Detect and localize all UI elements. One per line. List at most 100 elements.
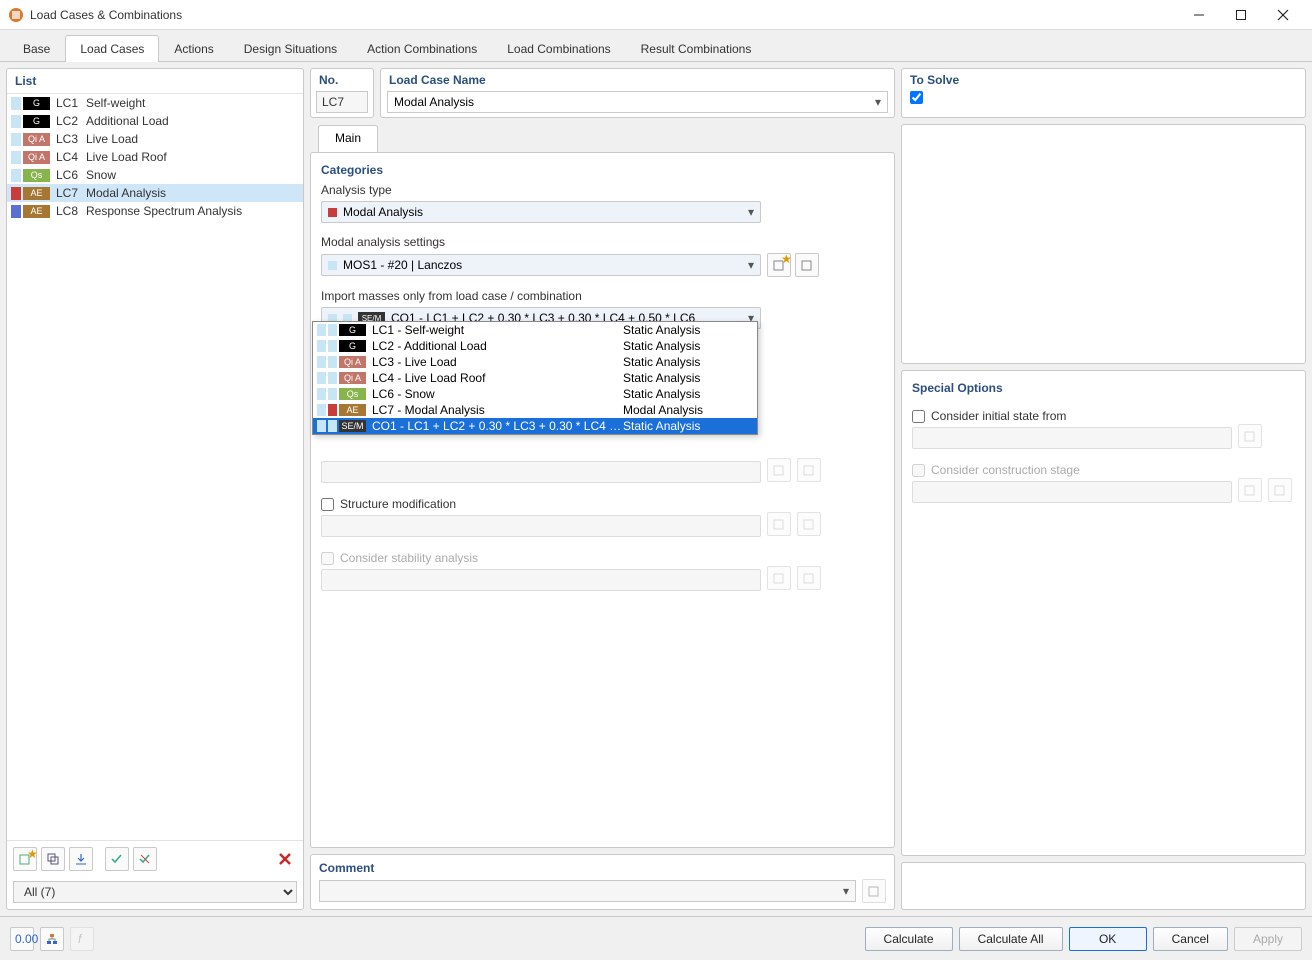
load-case-code: LC4 (56, 150, 86, 164)
to-solve-checkbox[interactable] (910, 91, 923, 104)
close-button[interactable] (1262, 1, 1304, 29)
category-badge: G (339, 324, 366, 336)
list-item[interactable]: Qi A LC3 Live Load (7, 130, 303, 148)
svg-text:★: ★ (27, 847, 38, 861)
dropdown-item[interactable]: G LC2 - Additional Load Static Analysis (313, 338, 757, 354)
dropdown-item[interactable]: AE LC7 - Modal Analysis Modal Analysis (313, 402, 757, 418)
load-case-code: LC7 (56, 186, 86, 200)
import-button[interactable] (69, 847, 93, 871)
structure-modification-checkbox[interactable] (321, 498, 334, 511)
maximize-button[interactable] (1220, 1, 1262, 29)
calculate-button[interactable]: Calculate (865, 927, 953, 951)
tab-result-combinations[interactable]: Result Combinations (626, 35, 767, 62)
import-masses-dropdown[interactable]: G LC1 - Self-weight Static Analysis G LC… (312, 321, 758, 435)
tab-base[interactable]: Base (8, 35, 65, 62)
categories-label: Categories (321, 163, 884, 177)
swatch-icon (328, 404, 337, 416)
disabled-field (321, 461, 761, 483)
list-item[interactable]: AE LC7 Modal Analysis (7, 184, 303, 202)
color-swatch (11, 115, 21, 128)
list-item[interactable]: G LC2 Additional Load (7, 112, 303, 130)
tab-action-combinations[interactable]: Action Combinations (352, 35, 492, 62)
color-swatch (11, 133, 21, 146)
uncheck-all-button[interactable] (133, 847, 157, 871)
swatch-icon (317, 340, 326, 352)
dropdown-item-type: Static Analysis (623, 371, 753, 385)
list-item[interactable]: AE LC8 Response Spectrum Analysis (7, 202, 303, 220)
dropdown-item-type: Static Analysis (623, 355, 753, 369)
construction-stage-label: Consider construction stage (931, 463, 1080, 477)
chevron-down-icon: ▾ (748, 205, 754, 219)
comment-select[interactable]: ▾ (319, 880, 856, 902)
name-value: Modal Analysis (394, 95, 474, 109)
analysis-type-select[interactable]: Modal Analysis ▾ (321, 201, 761, 223)
category-badge: Qi A (339, 356, 366, 368)
initial-state-check[interactable]: Consider initial state from (912, 409, 1295, 423)
load-case-name: Live Load Roof (86, 150, 167, 164)
minimize-button[interactable] (1178, 1, 1220, 29)
special-options-label: Special Options (912, 381, 1295, 395)
list-toolbar: ★ (7, 840, 303, 877)
check-all-button[interactable] (105, 847, 129, 871)
tab-design-situations[interactable]: Design Situations (229, 35, 352, 62)
color-swatch (11, 187, 21, 200)
delete-item-button[interactable] (273, 847, 297, 871)
dropdown-item-text: LC3 - Live Load (372, 355, 623, 369)
filter-row: All (7) (7, 877, 303, 909)
name-select[interactable]: Modal Analysis ▾ (387, 91, 888, 113)
number-input[interactable] (316, 91, 368, 113)
swatch-icon (328, 261, 337, 270)
modal-settings-value: MOS1 - #20 | Lanczos (343, 258, 462, 272)
filter-select[interactable]: All (7) (13, 881, 297, 903)
edit-button-disabled (797, 458, 821, 482)
swatch-icon (328, 324, 337, 336)
category-badge: G (23, 97, 50, 110)
comment-edit-button[interactable] (862, 879, 886, 903)
list-item[interactable]: G LC1 Self-weight (7, 94, 303, 112)
ok-button[interactable]: OK (1069, 927, 1147, 951)
dropdown-item[interactable]: SE/M CO1 - LC1 + LC2 + 0.30 * LC3 + 0.30… (313, 418, 757, 434)
color-swatch (11, 169, 21, 182)
analysis-type-label: Analysis type (321, 183, 884, 197)
new-item-button[interactable]: ★ (13, 847, 37, 871)
swatch-icon (328, 372, 337, 384)
dropdown-item[interactable]: Qi A LC3 - Live Load Static Analysis (313, 354, 757, 370)
tab-actions[interactable]: Actions (159, 35, 228, 62)
new-settings-button[interactable]: ★ (767, 253, 791, 277)
new-button-disabled (1238, 478, 1262, 502)
dropdown-item-text: CO1 - LC1 + LC2 + 0.30 * LC3 + 0.30 * LC… (372, 419, 623, 433)
disabled-field (912, 427, 1232, 449)
tab-load-cases[interactable]: Load Cases (65, 35, 159, 62)
dropdown-item-type: Modal Analysis (623, 403, 753, 417)
list-item[interactable]: Qs LC6 Snow (7, 166, 303, 184)
copy-item-button[interactable] (41, 847, 65, 871)
load-case-code: LC6 (56, 168, 86, 182)
name-label: Load Case Name (381, 69, 894, 89)
dropdown-item-text: LC6 - Snow (372, 387, 623, 401)
modal-settings-label: Modal analysis settings (321, 235, 884, 249)
initial-state-checkbox[interactable] (912, 410, 925, 423)
comment-box: Comment ▾ (310, 854, 895, 910)
dropdown-item[interactable]: Qi A LC4 - Live Load Roof Static Analysi… (313, 370, 757, 386)
tab-main[interactable]: Main (318, 125, 378, 153)
cancel-button[interactable]: Cancel (1153, 927, 1228, 951)
tab-load-combinations[interactable]: Load Combinations (492, 35, 625, 62)
tree-button[interactable] (40, 927, 64, 951)
special-options-box: Special Options Consider initial state f… (901, 370, 1306, 856)
edit-button-disabled (1238, 424, 1262, 448)
stability-check: Consider stability analysis (321, 551, 884, 565)
units-button[interactable]: 0.00 (10, 927, 34, 951)
list-item[interactable]: Qi A LC4 Live Load Roof (7, 148, 303, 166)
chevron-down-icon: ▾ (843, 884, 849, 898)
dropdown-item[interactable]: G LC1 - Self-weight Static Analysis (313, 322, 757, 338)
structure-modification-label: Structure modification (340, 497, 456, 511)
category-badge: G (339, 340, 366, 352)
edit-settings-button[interactable] (795, 253, 819, 277)
calculate-all-button[interactable]: Calculate All (959, 927, 1063, 951)
apply-button: Apply (1234, 927, 1302, 951)
modal-settings-select[interactable]: MOS1 - #20 | Lanczos ▾ (321, 254, 761, 276)
structure-modification-check[interactable]: Structure modification (321, 497, 884, 511)
color-swatch (11, 97, 21, 110)
dropdown-item[interactable]: Qs LC6 - Snow Static Analysis (313, 386, 757, 402)
load-case-code: LC2 (56, 114, 86, 128)
